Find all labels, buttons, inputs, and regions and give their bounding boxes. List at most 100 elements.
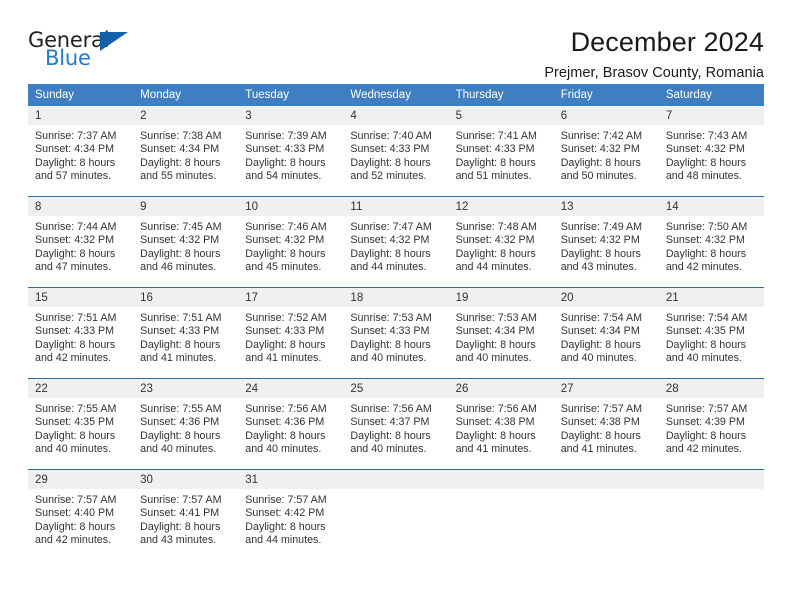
day-cell-inner: 27 Sunrise: 7:57 AM Sunset: 4:38 PM Dayligh… [553,379,659,469]
day-number: 5 [448,106,554,125]
calendar-day-cell[interactable]: 17 Sunrise: 7:52 AM Sunset: 4:33 PM Dayligh… [238,287,344,379]
day-sun-info [343,489,448,494]
general-blue-logo[interactable]: General Blue [28,28,136,74]
day-daylight-2-text: and 42 minutes. [665,443,742,456]
day-sunrise-text: Sunrise: 7:56 AM [455,403,537,415]
day-sun-info: Sunrise: 7:52 AM Sunset: 4:33 PM Daylight:… [238,307,343,366]
day-sun-info: Sunrise: 7:56 AM Sunset: 4:38 PM Daylight:… [449,398,554,457]
calendar-day-cell[interactable]: 16 Sunrise: 7:51 AM Sunset: 4:33 PM Dayligh… [133,287,239,379]
calendar-day-cell[interactable]: 13 Sunrise: 7:49 AM Sunset: 4:32 PM Dayligh… [553,196,659,288]
day-daylight-2-text: and 41 minutes. [560,443,637,456]
day-sunrise-text: Sunrise: 7:47 AM [350,221,432,233]
day-daylight-1-text: Daylight: 8 hours [665,429,747,442]
day-cell-inner: 29 Sunrise: 7:57 AM Sunset: 4:40 PM Dayligh… [28,470,134,560]
calendar-day-cell[interactable]: 1 Sunrise: 7:37 AM Sunset: 4:34 PM Daylight… [28,106,134,197]
day-sunset-text: Sunset: 4:33 PM [245,325,325,338]
day-sunrise-text: Sunrise: 7:49 AM [560,221,643,233]
calendar-day-cell[interactable]: 12 Sunrise: 7:48 AM Sunset: 4:32 PM Dayligh… [448,196,554,288]
calendar-day-cell[interactable]: 8 Sunrise: 7:44 AM Sunset: 4:32 PM Daylight… [28,196,134,288]
calendar-day-cell[interactable]: 3 Sunrise: 7:39 AM Sunset: 4:33 PM Daylight… [238,106,344,197]
day-daylight-1-text: Daylight: 8 hours [350,429,431,442]
day-number: 26 [448,379,554,398]
calendar-day-cell[interactable]: 25 Sunrise: 7:56 AM Sunset: 4:37 PM Dayligh… [343,378,449,470]
day-sunset-text: Sunset: 4:32 PM [665,234,745,247]
day-daylight-2-text: and 42 minutes. [35,534,112,547]
day-daylight-1-text: Daylight: 8 hours [140,156,221,169]
day-sunrise-text: Sunrise: 7:45 AM [140,221,222,233]
calendar-day-cell-empty [448,469,554,560]
day-daylight-2-text: and 43 minutes. [140,534,217,547]
calendar-day-cell[interactable]: 7 Sunrise: 7:43 AM Sunset: 4:32 PM Daylight… [658,106,764,197]
day-sunset-text: Sunset: 4:36 PM [245,416,325,429]
day-number: 16 [133,288,239,307]
day-daylight-1-text: Daylight: 8 hours [35,247,116,260]
day-number: 19 [448,288,554,307]
calendar-day-cell[interactable]: 30 Sunrise: 7:57 AM Sunset: 4:41 PM Dayligh… [133,469,239,560]
day-sunrise-text: Sunrise: 7:57 AM [35,494,117,506]
calendar-day-cell[interactable]: 31 Sunrise: 7:57 AM Sunset: 4:42 PM Dayligh… [238,469,344,560]
day-sun-info: Sunrise: 7:42 AM Sunset: 4:32 PM Daylight:… [554,125,659,184]
day-sun-info [659,489,764,494]
day-daylight-2-text: and 50 minutes. [560,170,637,183]
calendar-day-cell[interactable]: 21 Sunrise: 7:54 AM Sunset: 4:35 PM Dayligh… [658,287,764,379]
day-sun-info: Sunrise: 7:54 AM Sunset: 4:35 PM Daylight:… [659,307,764,366]
weekday-header-sunday: Sunday [28,84,134,106]
day-sun-info: Sunrise: 7:56 AM Sunset: 4:36 PM Daylight:… [238,398,343,457]
day-sun-info: Sunrise: 7:57 AM Sunset: 4:38 PM Daylight:… [554,398,659,457]
day-sun-info: Sunrise: 7:53 AM Sunset: 4:34 PM Daylight:… [449,307,554,366]
calendar-day-cell[interactable]: 29 Sunrise: 7:57 AM Sunset: 4:40 PM Dayligh… [28,469,134,560]
calendar-day-cell[interactable]: 26 Sunrise: 7:56 AM Sunset: 4:38 PM Dayligh… [448,378,554,470]
calendar-day-cell[interactable]: 27 Sunrise: 7:57 AM Sunset: 4:38 PM Dayligh… [553,378,659,470]
day-number [658,470,764,489]
calendar-day-cell[interactable]: 19 Sunrise: 7:53 AM Sunset: 4:34 PM Dayligh… [448,287,554,379]
day-daylight-1-text: Daylight: 8 hours [455,429,536,442]
day-daylight-2-text: and 40 minutes. [350,352,427,365]
day-daylight-1-text: Daylight: 8 hours [350,338,431,351]
calendar-day-cell[interactable]: 20 Sunrise: 7:54 AM Sunset: 4:34 PM Dayligh… [553,287,659,379]
weekday-header-wednesday: Wednesday [343,84,449,106]
day-daylight-1-text: Daylight: 8 hours [245,429,326,442]
day-sunrise-text: Sunrise: 7:57 AM [560,403,643,415]
day-sunset-text: Sunset: 4:37 PM [350,416,430,429]
day-daylight-1-text: Daylight: 8 hours [35,338,116,351]
day-cell-inner: 11 Sunrise: 7:47 AM Sunset: 4:32 PM Dayligh… [343,197,449,287]
calendar-day-cell[interactable]: 2 Sunrise: 7:38 AM Sunset: 4:34 PM Daylight… [133,106,239,197]
day-number: 21 [658,288,764,307]
calendar-day-cell[interactable]: 22 Sunrise: 7:55 AM Sunset: 4:35 PM Dayligh… [28,378,134,470]
day-cell-inner: 28 Sunrise: 7:57 AM Sunset: 4:39 PM Dayligh… [658,379,764,469]
calendar-day-cell[interactable]: 28 Sunrise: 7:57 AM Sunset: 4:39 PM Dayligh… [658,378,764,470]
day-number [553,470,659,489]
day-sun-info: Sunrise: 7:37 AM Sunset: 4:34 PM Daylight:… [28,125,133,184]
day-cell-inner: 9 Sunrise: 7:45 AM Sunset: 4:32 PM Daylight… [133,197,239,287]
calendar-day-cell-empty [343,469,449,560]
day-daylight-1-text: Daylight: 8 hours [35,156,116,169]
calendar-day-cell[interactable]: 9 Sunrise: 7:45 AM Sunset: 4:32 PM Daylight… [133,196,239,288]
calendar-day-cell[interactable]: 15 Sunrise: 7:51 AM Sunset: 4:33 PM Dayligh… [28,287,134,379]
day-daylight-2-text: and 46 minutes. [140,261,217,274]
calendar-day-cell[interactable]: 6 Sunrise: 7:42 AM Sunset: 4:32 PM Daylight… [553,106,659,197]
calendar-day-cell[interactable]: 24 Sunrise: 7:56 AM Sunset: 4:36 PM Dayligh… [238,378,344,470]
calendar-day-cell[interactable]: 18 Sunrise: 7:53 AM Sunset: 4:33 PM Dayligh… [343,287,449,379]
day-sun-info: Sunrise: 7:44 AM Sunset: 4:32 PM Daylight:… [28,216,133,275]
day-cell-inner: 24 Sunrise: 7:56 AM Sunset: 4:36 PM Dayligh… [238,379,344,469]
page-subtitle: Prejmer, Brasov County, Romania [544,65,764,82]
day-daylight-1-text: Daylight: 8 hours [245,156,326,169]
day-daylight-1-text: Daylight: 8 hours [665,156,747,169]
day-daylight-2-text: and 40 minutes. [140,443,217,456]
calendar-day-cell[interactable]: 23 Sunrise: 7:55 AM Sunset: 4:36 PM Dayligh… [133,378,239,470]
calendar-body: 1 Sunrise: 7:37 AM Sunset: 4:34 PM Daylight… [28,106,764,560]
calendar-day-cell[interactable]: 11 Sunrise: 7:47 AM Sunset: 4:32 PM Dayligh… [343,196,449,288]
day-sunset-text: Sunset: 4:41 PM [140,507,220,520]
day-cell-inner: 18 Sunrise: 7:53 AM Sunset: 4:33 PM Dayligh… [343,288,449,378]
day-daylight-2-text: and 40 minutes. [560,352,637,365]
calendar-day-cell[interactable]: 4 Sunrise: 7:40 AM Sunset: 4:33 PM Daylight… [343,106,449,197]
calendar-day-cell[interactable]: 10 Sunrise: 7:46 AM Sunset: 4:32 PM Dayligh… [238,196,344,288]
day-daylight-1-text: Daylight: 8 hours [245,520,326,533]
day-cell-inner: 26 Sunrise: 7:56 AM Sunset: 4:38 PM Dayligh… [448,379,554,469]
calendar-day-cell[interactable]: 5 Sunrise: 7:41 AM Sunset: 4:33 PM Daylight… [448,106,554,197]
day-number: 25 [343,379,449,398]
calendar-day-cell[interactable]: 14 Sunrise: 7:50 AM Sunset: 4:32 PM Dayligh… [658,196,764,288]
day-number: 24 [238,379,344,398]
weekday-header-tuesday: Tuesday [238,84,344,106]
sunrise-sunset-calendar: Sunday Monday Tuesday Wednesday Thursday… [28,84,764,560]
